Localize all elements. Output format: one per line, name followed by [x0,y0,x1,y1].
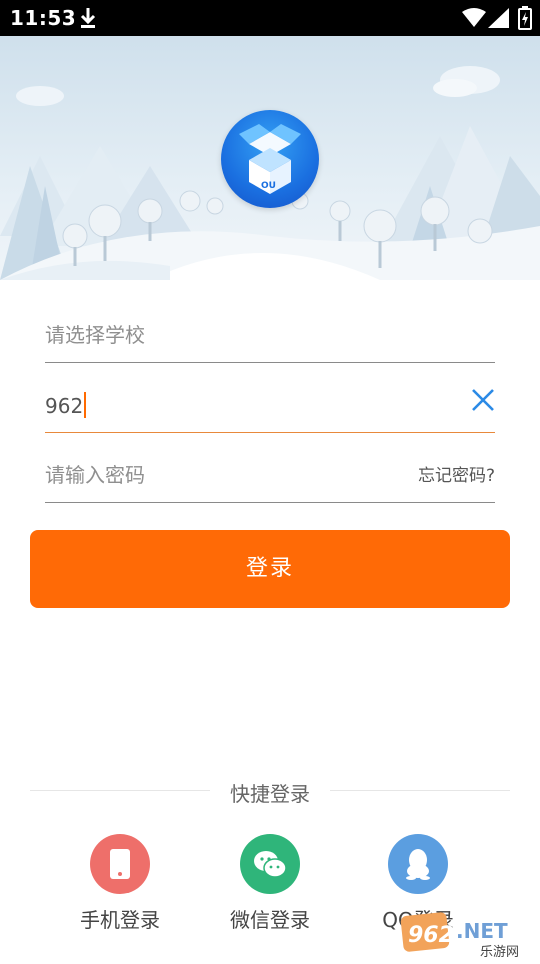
password-input[interactable]: 请输入密码 忘记密码? [45,432,495,503]
login-button[interactable]: 登录 [30,530,510,608]
phone-login-button[interactable]: 手机登录 [60,834,180,933]
text-caret [84,392,87,418]
wechat-icon [240,834,300,894]
status-time: 11:53 [10,6,77,30]
svg-text:962: 962 [408,923,454,948]
svg-text:OU: OU [261,181,276,191]
school-select-placeholder: 请选择学校 [45,323,145,347]
forgot-password-link[interactable]: 忘记密码? [418,461,495,486]
download-icon [78,6,98,34]
wifi-icon [462,8,486,32]
password-input-placeholder: 请输入密码 [45,463,145,487]
quick-login-title: 快捷登录 [230,782,310,806]
battery-icon [518,6,532,34]
clear-input-icon[interactable] [471,388,495,416]
account-input-value: 962 [45,393,84,418]
svg-text:.NET: .NET [456,919,508,943]
header-banner: OU [0,36,540,280]
account-input[interactable]: 962 [45,362,495,433]
watermark-logo: 962 .NET 乐游网 [400,910,540,960]
phone-icon [90,834,150,894]
app-logo: OU [221,110,319,208]
wechat-login-label: 微信登录 [230,908,310,932]
signal-icon [488,8,510,32]
school-select[interactable]: 请选择学校 [45,292,495,363]
box-logo-icon: OU [239,124,301,194]
wechat-login-button[interactable]: 微信登录 [210,834,330,933]
svg-text:乐游网: 乐游网 [480,945,519,960]
qq-icon [388,834,448,894]
status-bar: 11:53 [0,0,540,36]
phone-login-label: 手机登录 [80,908,160,932]
